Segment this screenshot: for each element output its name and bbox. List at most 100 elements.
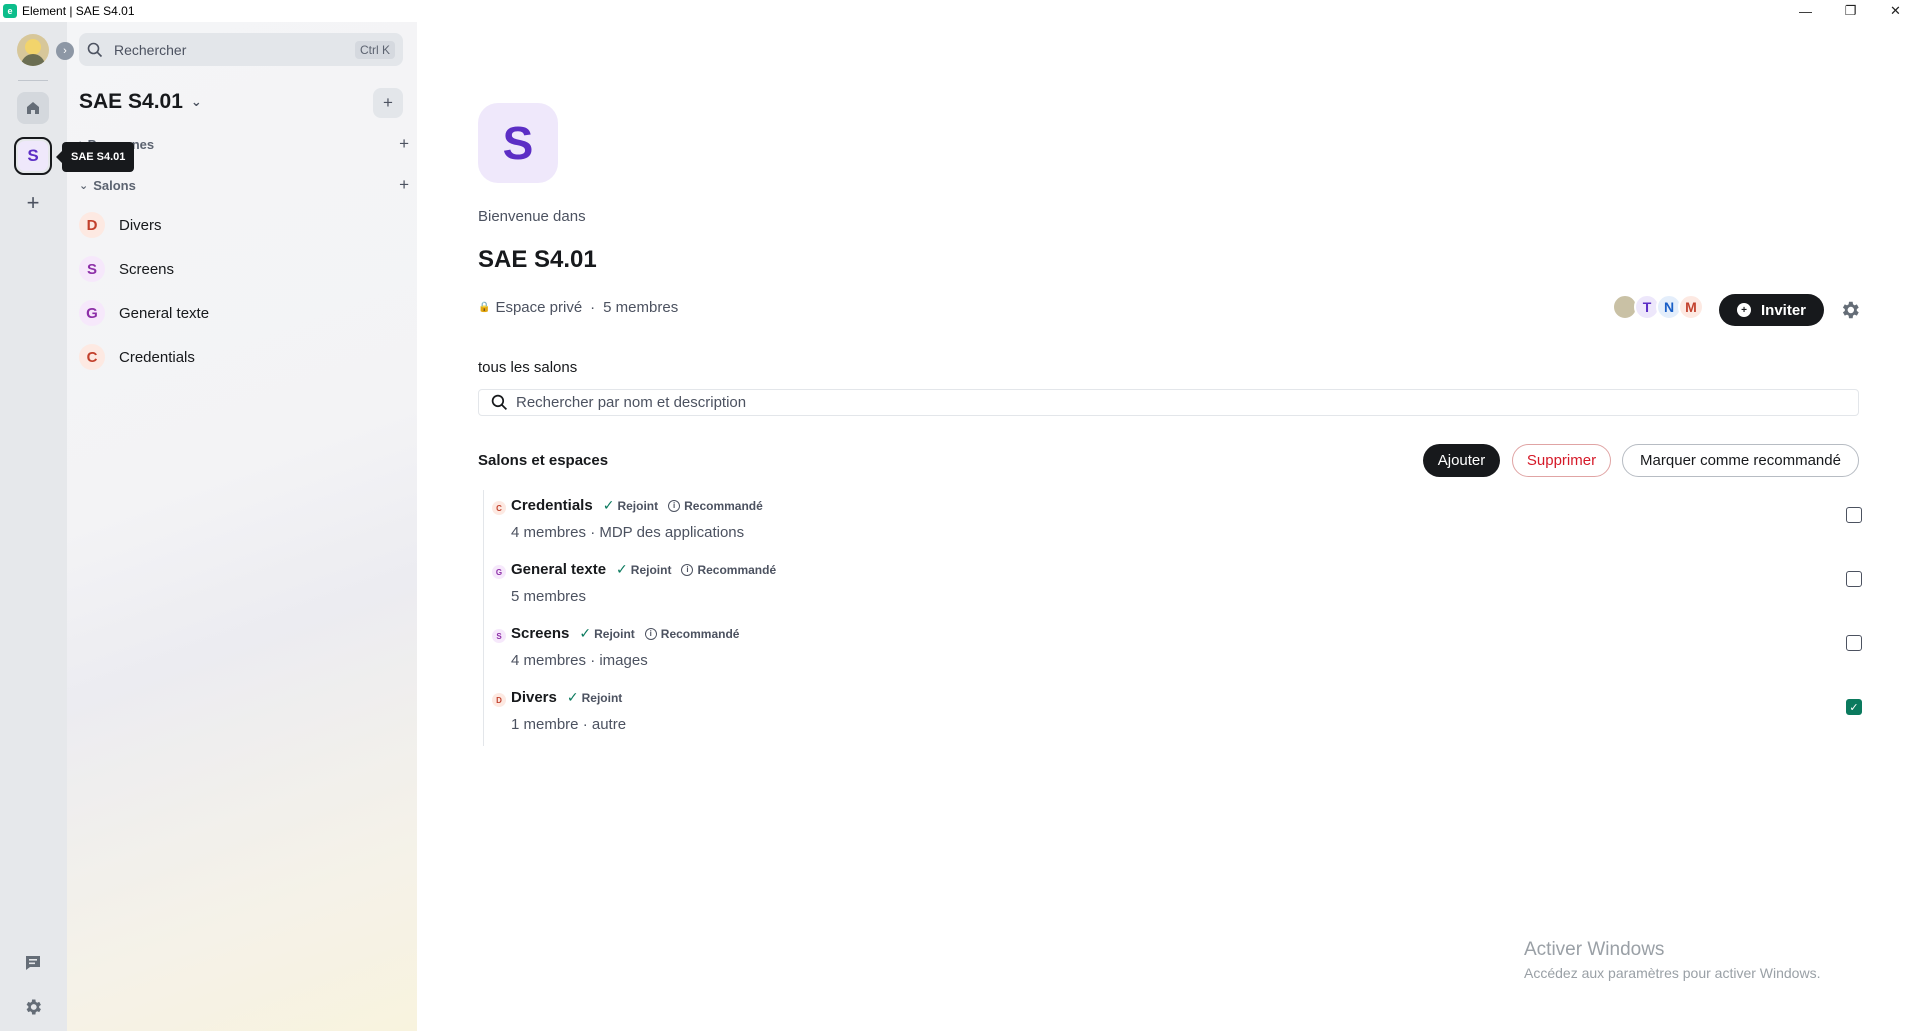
rail-divider xyxy=(18,80,48,81)
joined-badge: ✓ Rejoint xyxy=(616,561,671,578)
room-name-line: Divers ✓ Rejoint xyxy=(511,689,622,706)
search-shortcut: Ctrl K xyxy=(355,40,395,59)
close-window-button[interactable]: ✕ xyxy=(1873,0,1918,22)
room-details: 1 membre · autre xyxy=(511,716,627,733)
joined-label: Rejoint xyxy=(594,626,635,641)
restore-button[interactable]: ❐ xyxy=(1828,0,1873,22)
joined-badge: ✓ Rejoint xyxy=(567,689,622,706)
room-list-panel: Rechercher Ctrl K SAE S4.01 ⌄ + › Person… xyxy=(67,22,417,1031)
table-row[interactable]: D Divers ✓ Rejoint 1 membre · autre ✓ xyxy=(492,688,1862,752)
room-item[interactable]: D Divers xyxy=(79,207,405,243)
gear-icon xyxy=(1842,301,1859,319)
mark-recommended-button[interactable]: Marquer comme recommandé xyxy=(1622,444,1859,477)
space-sae-s401[interactable]: S xyxy=(14,137,52,175)
space-rail: › S + xyxy=(0,22,74,1031)
recommended-label: Recommandé xyxy=(684,498,763,513)
space-settings-button[interactable] xyxy=(1836,296,1864,324)
gear-icon xyxy=(26,999,41,1015)
chevron-down-icon: ⌄ xyxy=(190,94,202,109)
joined-label: Rejoint xyxy=(581,690,623,705)
table-row[interactable]: S Screens ✓ Rejoint i Recommandé 4 membres… xyxy=(492,624,1862,688)
space-name: SAE S4.01 xyxy=(79,90,183,113)
expand-rail-button[interactable]: › xyxy=(56,42,74,60)
recommended-label: Recommandé xyxy=(697,562,777,577)
user-avatar[interactable] xyxy=(17,34,49,66)
avatar: M xyxy=(1678,294,1704,320)
members-count[interactable]: 5 membres xyxy=(603,299,678,316)
room-name: Screens xyxy=(511,625,570,642)
room-avatar: G xyxy=(492,565,506,579)
info-icon: i xyxy=(681,563,694,576)
check-icon: ✓ xyxy=(616,561,628,577)
delete-button[interactable]: Supprimer xyxy=(1512,444,1611,477)
page-title: SAE S4.01 xyxy=(478,246,597,273)
welcome-text: Bienvenue dans xyxy=(478,208,586,225)
room-search-input[interactable]: Rechercher par nom et description xyxy=(478,389,1859,416)
room-search-placeholder: Rechercher par nom et description xyxy=(516,394,747,411)
row-checkbox[interactable] xyxy=(1846,507,1862,523)
recommended-badge: i Recommandé xyxy=(668,499,763,513)
row-checkbox[interactable] xyxy=(1846,571,1862,587)
info-icon: i xyxy=(668,499,681,512)
create-space-button[interactable]: + xyxy=(17,187,49,219)
room-details: 4 membres · MDP des applications xyxy=(511,524,745,541)
add-button[interactable]: Ajouter xyxy=(1423,444,1500,477)
chevron-down-icon: ⌄ xyxy=(79,179,89,192)
user-add-icon: + xyxy=(1736,303,1751,317)
member-avatars[interactable]: T N M xyxy=(1612,294,1704,320)
meta-separator: · xyxy=(590,299,596,316)
threads-button[interactable] xyxy=(20,950,46,976)
home-icon xyxy=(27,102,39,114)
rooms-and-spaces-heading: Salons et espaces xyxy=(478,452,609,469)
room-name: Credentials xyxy=(511,497,593,514)
invite-button[interactable]: + Inviter xyxy=(1719,294,1824,326)
row-checkbox[interactable] xyxy=(1846,635,1862,651)
table-row[interactable]: G General texte ✓ Rejoint i Recommandé 5 m… xyxy=(492,560,1862,624)
room-name-line: Screens ✓ Rejoint i Recommandé xyxy=(511,625,739,642)
room-avatar: S xyxy=(79,256,105,282)
quick-settings-button[interactable] xyxy=(20,994,46,1020)
tree-line xyxy=(483,490,484,746)
room-name: Divers xyxy=(119,216,162,234)
lock-icon: 🔒 xyxy=(478,302,491,313)
watermark-subtitle: Accédez aux paramètres pour activer Wind… xyxy=(1524,965,1821,981)
room-item[interactable]: S Screens xyxy=(79,251,405,287)
room-name: Screens xyxy=(119,260,175,278)
search-placeholder: Rechercher xyxy=(114,41,187,58)
joined-label: Rejoint xyxy=(617,498,659,513)
home-button[interactable] xyxy=(17,92,49,124)
room-name: Divers xyxy=(511,689,557,706)
joined-badge: ✓ Rejoint xyxy=(603,497,658,514)
space-name-menu[interactable]: SAE S4.01 ⌄ xyxy=(79,90,202,114)
room-item[interactable]: C Credentials xyxy=(79,339,405,375)
table-row[interactable]: C Credentials ✓ Rejoint i Recommandé 4 mem… xyxy=(492,496,1862,560)
room-item[interactable]: G General texte xyxy=(79,295,405,331)
threads-icon xyxy=(26,956,40,970)
minimize-button[interactable]: — xyxy=(1783,0,1828,22)
watermark-title: Activer Windows xyxy=(1524,939,1665,960)
room-avatar: D xyxy=(492,693,506,707)
add-room-button[interactable]: + xyxy=(373,88,403,118)
check-icon: ✓ xyxy=(579,625,592,641)
space-home: S Bienvenue dans SAE S4.01 🔒 Espace priv… xyxy=(417,22,1918,1031)
room-avatar: S xyxy=(492,629,506,643)
windows-activation-watermark: Activer Windows Accédez aux paramètres p… xyxy=(1524,939,1820,981)
room-avatar: C xyxy=(79,344,105,370)
space-meta: 🔒 Espace privé · 5 membres xyxy=(478,299,678,316)
window-controls: — ❐ ✕ xyxy=(1783,0,1918,22)
room-name: General texte xyxy=(119,304,210,322)
privacy-label: Espace privé xyxy=(495,299,583,316)
space-description: tous les salons xyxy=(478,359,578,376)
invite-label: Inviter xyxy=(1760,301,1806,319)
add-people-button[interactable]: + xyxy=(399,134,409,154)
joined-badge: ✓ Rejoint xyxy=(579,625,634,642)
room-name: Credentials xyxy=(119,348,195,366)
room-name-line: General texte ✓ Rejoint i Recommandé xyxy=(511,561,776,578)
add-room-section-button[interactable]: + xyxy=(399,175,409,195)
search-button[interactable]: Rechercher Ctrl K xyxy=(79,33,403,66)
recommended-badge: i Recommandé xyxy=(681,563,776,577)
window-title: Element | SAE S4.01 xyxy=(22,4,135,18)
row-checkbox-checked[interactable]: ✓ xyxy=(1846,699,1862,715)
rooms-section[interactable]: ⌄ Salons + xyxy=(79,175,409,195)
space-avatar-large: S xyxy=(478,103,558,183)
